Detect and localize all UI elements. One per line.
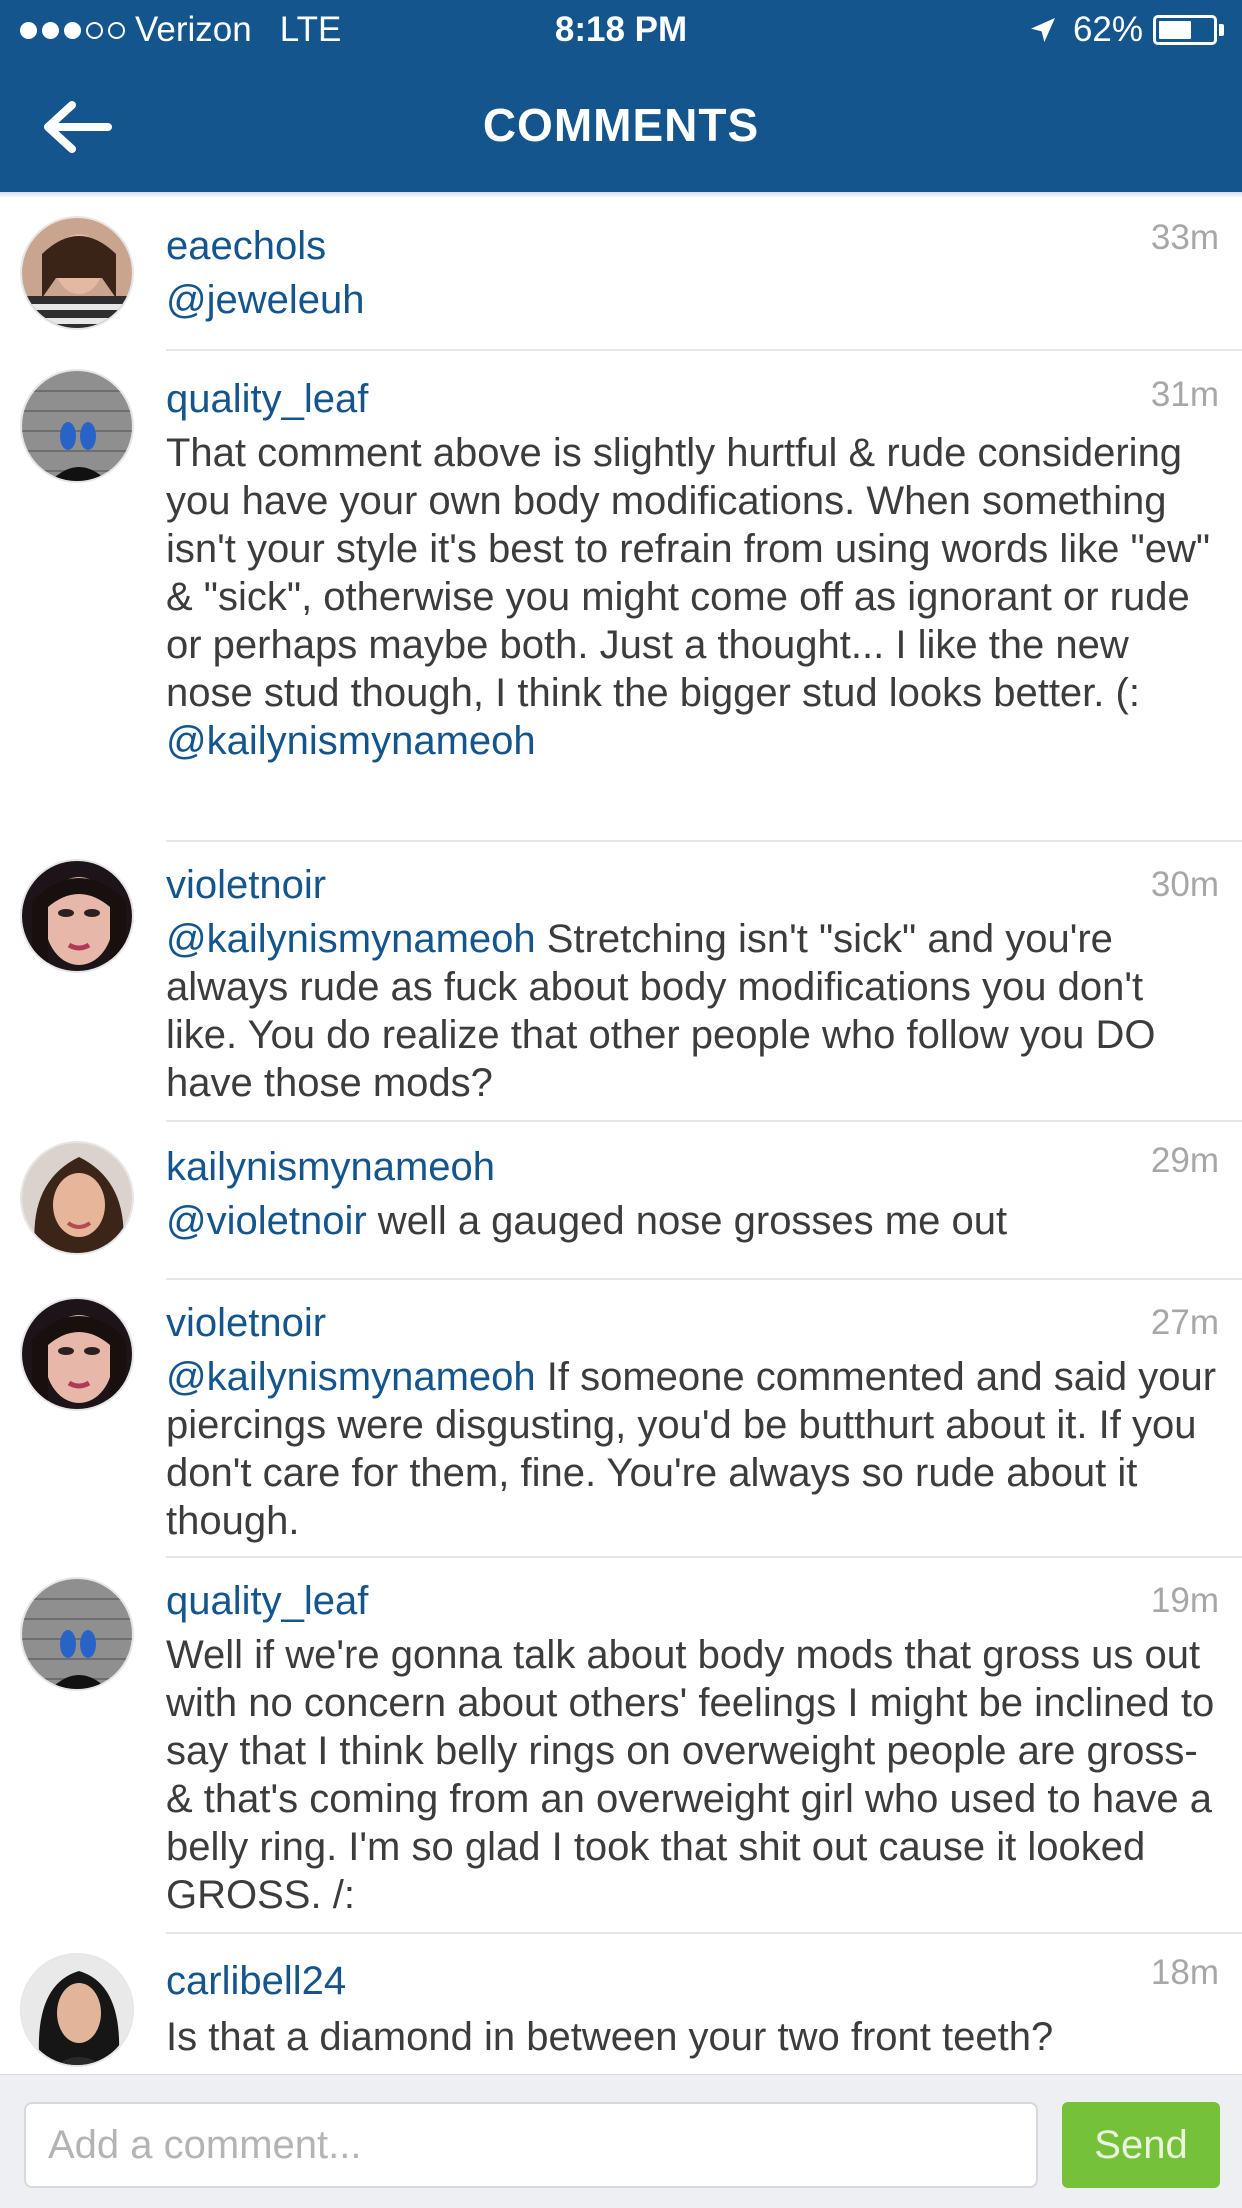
comment-username[interactable]: quality_leaf — [166, 377, 368, 422]
send-button[interactable]: Send — [1062, 2102, 1220, 2188]
page-title: COMMENTS — [482, 99, 760, 151]
comment-item: violetnoir 30m @kailynismynameoh Stretch… — [0, 841, 1242, 1122]
comment-username[interactable]: carlibell24 — [166, 1959, 346, 2004]
comment-text: That comment above is slightly hurtful &… — [166, 431, 1211, 715]
avatar[interactable] — [20, 369, 134, 483]
comment-body: @violetnoir well a gauged nose grosses m… — [166, 1197, 1216, 1245]
comment-body: Well if we're gonna talk about body mods… — [166, 1631, 1216, 1919]
comment-username[interactable]: violetnoir — [166, 863, 326, 908]
comment-username[interactable]: violetnoir — [166, 1301, 326, 1346]
comment-time: 18m — [1150, 1953, 1219, 1992]
comments-list[interactable]: eaechols 33m @jeweleuh quality_leaf 31m — [0, 198, 1242, 2074]
comment-mention[interactable]: @kailynismynameoh — [166, 1355, 536, 1399]
comment-item: carlibell24 18m Is that a diamond in bet… — [0, 1933, 1242, 2074]
comment-item: kailynismynameoh 29m @violetnoir well a … — [0, 1121, 1242, 1280]
comment-time: 27m — [1150, 1303, 1219, 1342]
comment-body: @kailynismynameoh Stretching isn't "sick… — [166, 915, 1216, 1107]
avatar[interactable] — [20, 1297, 134, 1411]
comment-username[interactable]: eaechols — [166, 224, 326, 269]
battery-percent: 62% — [1072, 10, 1143, 49]
comment-composer: Send — [0, 2074, 1242, 2208]
comment-body: Is that a diamond in between your two fr… — [166, 2013, 1216, 2061]
avatar[interactable] — [20, 859, 134, 973]
comment-text: Well if we're gonna talk about body mods… — [166, 1633, 1215, 1917]
comment-body: That comment above is slightly hurtful &… — [166, 429, 1216, 765]
status-bar: Verizon LTE 8:18 PM 62% — [0, 0, 1242, 62]
battery-tip — [1219, 24, 1224, 36]
comment-item: eaechols 33m @jeweleuh — [0, 198, 1242, 351]
comment-username[interactable]: kailynismynameoh — [166, 1145, 495, 1190]
comment-time: 30m — [1150, 865, 1219, 904]
location-arrow-icon — [1030, 18, 1055, 42]
comment-time: 19m — [1150, 1581, 1219, 1620]
comment-time: 29m — [1150, 1141, 1219, 1180]
comment-mention[interactable]: @kailynismynameoh — [166, 719, 536, 763]
comment-item: violetnoir 27m @kailynismynameoh If some… — [0, 1279, 1242, 1558]
comment-mention[interactable]: @jeweleuh — [166, 278, 365, 322]
comment-mention[interactable]: @violetnoir — [166, 1199, 367, 1243]
avatar[interactable] — [20, 1141, 134, 1255]
comment-item: quality_leaf 19m Well if we're gonna tal… — [0, 1557, 1242, 1934]
comment-time: 33m — [1150, 218, 1219, 257]
comment-body: @kailynismynameoh If someone commented a… — [166, 1353, 1216, 1545]
avatar[interactable] — [20, 216, 134, 330]
nav-bar: COMMENTS — [0, 62, 1242, 192]
comment-text: Is that a diamond in between your two fr… — [166, 2015, 1054, 2059]
comment-text: well a gauged nose grosses me out — [366, 1199, 1008, 1243]
comment-username[interactable]: quality_leaf — [166, 1579, 368, 1624]
comment-time: 31m — [1150, 375, 1219, 414]
avatar[interactable] — [20, 1953, 134, 2067]
status-right: 62% — [1027, 10, 1224, 50]
comment-input[interactable] — [24, 2102, 1038, 2188]
comment-mention[interactable]: @kailynismynameoh — [166, 917, 536, 961]
avatar[interactable] — [20, 1577, 134, 1691]
comment-body: @jeweleuh — [166, 276, 1216, 324]
comment-item: quality_leaf 31m That comment above is s… — [0, 351, 1242, 842]
battery-icon — [1153, 15, 1217, 45]
